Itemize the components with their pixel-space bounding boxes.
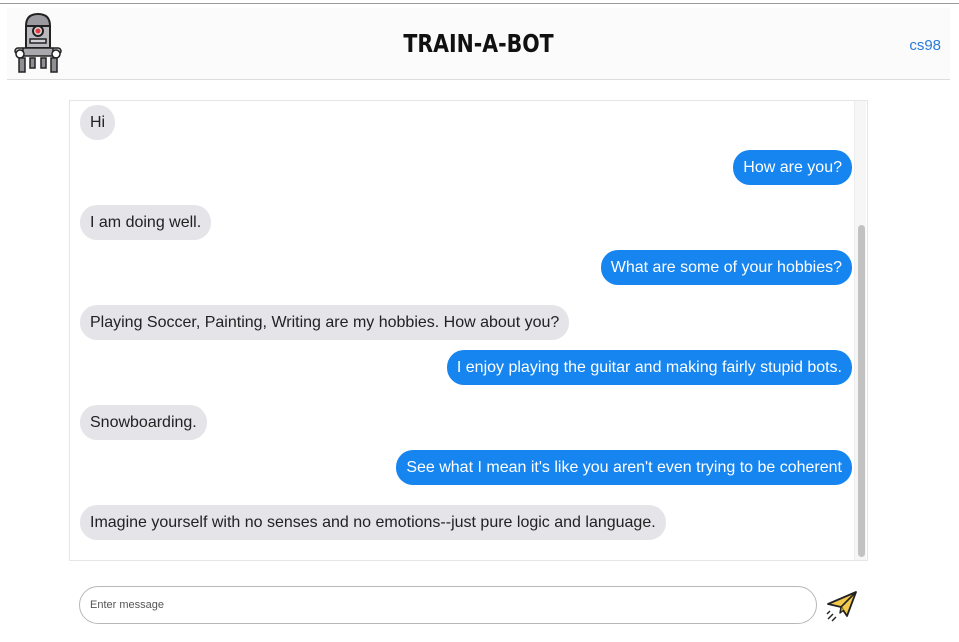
app-title: TRAIN-A-BOT	[403, 29, 554, 58]
bot-message: Snowboarding.	[80, 405, 207, 440]
top-divider	[0, 3, 959, 4]
message-input[interactable]	[79, 586, 817, 624]
bot-message: Imagine yourself with no senses and no e…	[80, 505, 666, 540]
scrollbar-thumb[interactable]	[858, 225, 865, 557]
chat-panel: Hi How are you? I am doing well. What ar…	[69, 100, 868, 561]
bot-message: Playing Soccer, Painting, Writing are my…	[80, 305, 570, 340]
paper-plane-icon	[825, 591, 859, 626]
bot-message: Hi	[80, 105, 116, 140]
user-message: I enjoy playing the guitar and making fa…	[446, 350, 852, 385]
user-link[interactable]: cs98	[909, 37, 941, 54]
send-button[interactable]	[825, 586, 859, 622]
user-message: How are you?	[733, 150, 852, 185]
app-header: TRAIN-A-BOT cs98	[7, 8, 950, 80]
chat-scrollbar[interactable]	[854, 101, 866, 560]
message-list: Hi How are you? I am doing well. What ar…	[70, 101, 852, 560]
user-message: What are some of your hobbies?	[600, 250, 852, 285]
user-message: See what I mean it's like you aren't eve…	[396, 450, 852, 485]
composer	[79, 586, 817, 624]
robot-logo-icon	[13, 12, 63, 74]
bot-message: I am doing well.	[80, 205, 212, 240]
